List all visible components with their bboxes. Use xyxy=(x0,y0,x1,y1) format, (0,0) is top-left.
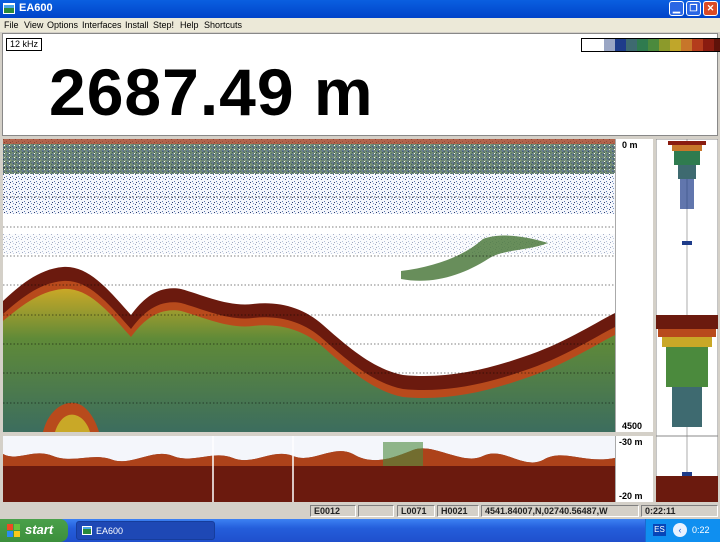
menu-step[interactable]: Step! xyxy=(153,20,174,30)
palette-swatch xyxy=(714,39,720,51)
ping-profile xyxy=(656,139,718,436)
status-field-e: E0012 xyxy=(310,505,356,517)
status-bar: E0012 L0071 H0021 4541.84007,N,02740.564… xyxy=(0,503,720,519)
bottom-scale-bottom: -20 m xyxy=(619,491,643,501)
minimize-button[interactable]: ▁ xyxy=(669,1,684,16)
start-button[interactable]: start xyxy=(0,519,68,542)
taskbar-item-label: EA600 xyxy=(96,526,124,536)
menu-interfaces[interactable]: Interfaces xyxy=(82,20,122,30)
palette-swatch xyxy=(670,39,681,51)
menu-options[interactable]: Options xyxy=(47,20,78,30)
bottom-scale: -30 m -20 m xyxy=(615,436,653,502)
tray-clock: 0:22 xyxy=(692,525,710,535)
status-time: 0:22:11 xyxy=(641,505,718,517)
taskbar-item-ea600[interactable]: EA600 xyxy=(76,521,215,540)
bottom-echogram[interactable] xyxy=(3,436,615,502)
palette-swatch xyxy=(604,39,615,51)
windows-flag-icon xyxy=(7,524,20,537)
status-field-h: H0021 xyxy=(437,505,479,517)
depth-scale: 0 m 4500 xyxy=(615,139,653,432)
palette-swatch xyxy=(648,39,659,51)
palette-swatch xyxy=(637,39,648,51)
maximize-button[interactable]: ❐ xyxy=(686,1,701,16)
system-tray: ES ‹ 0:22 xyxy=(645,519,720,542)
menu-help[interactable]: Help xyxy=(180,20,199,30)
close-button[interactable]: ✕ xyxy=(703,1,718,16)
tray-arrow-icon[interactable]: ‹ xyxy=(673,523,687,537)
transmit-pulse xyxy=(3,139,615,144)
scale-top-label: 0 m xyxy=(622,140,638,150)
bottom-ping-profile xyxy=(656,436,718,502)
restore-icon: ❐ xyxy=(689,3,698,13)
start-label: start xyxy=(25,522,54,537)
status-field-blank xyxy=(358,505,394,517)
status-position: 4541.84007,N,02740.56487,W xyxy=(481,505,639,517)
palette-swatch xyxy=(692,39,703,51)
menu-install[interactable]: Install xyxy=(125,20,149,30)
window-title: EA600 xyxy=(19,2,53,14)
depth-panel: 12 kHz 2687.49 m xyxy=(2,33,720,136)
menu-bar: File View Options Interfaces Install Ste… xyxy=(0,18,720,32)
minimize-icon: ▁ xyxy=(673,3,680,13)
frequency-label: 12 kHz xyxy=(6,38,43,51)
palette-swatch xyxy=(659,39,670,51)
taskbar: start EA600 ES ‹ 0:22 xyxy=(0,519,720,542)
app-icon xyxy=(3,3,15,14)
status-field-l: L0071 xyxy=(397,505,435,517)
surface-layer xyxy=(3,144,615,174)
palette-swatch xyxy=(615,39,626,51)
color-palette xyxy=(581,38,720,52)
menu-shortcuts[interactable]: Shortcuts xyxy=(204,20,242,30)
palette-swatch xyxy=(703,39,714,51)
menu-file[interactable]: File xyxy=(4,20,19,30)
bottom-scale-top: -30 m xyxy=(619,437,643,447)
app-icon xyxy=(82,526,92,535)
palette-swatch xyxy=(681,39,692,51)
title-bar: EA600 ▁ ❐ ✕ xyxy=(0,0,720,18)
palette-swatch xyxy=(626,39,637,51)
close-icon: ✕ xyxy=(706,3,715,13)
palette-swatch xyxy=(582,39,604,51)
scale-bottom-label: 4500 xyxy=(622,421,642,431)
echogram[interactable] xyxy=(3,139,615,432)
menu-view[interactable]: View xyxy=(24,20,43,30)
language-indicator[interactable]: ES xyxy=(653,524,666,536)
scatter-layer xyxy=(3,174,615,192)
depth-readout: 2687.49 m xyxy=(49,55,374,129)
